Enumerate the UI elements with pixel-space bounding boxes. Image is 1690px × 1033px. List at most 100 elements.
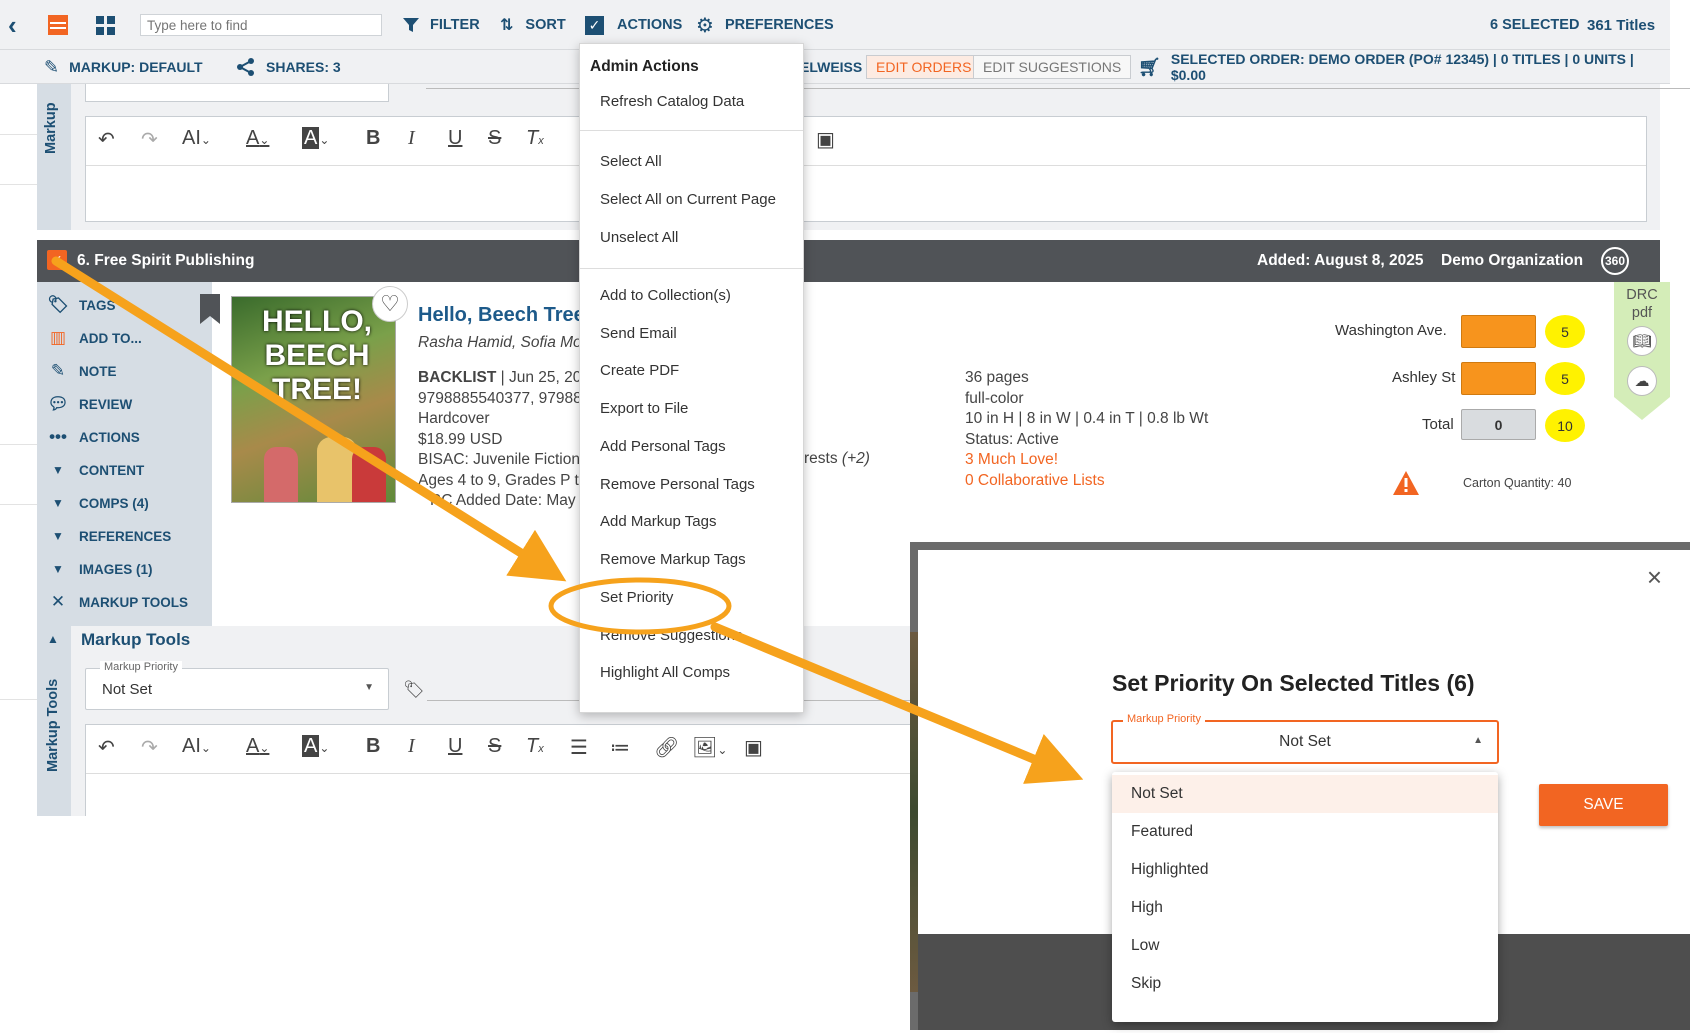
book-authors[interactable]: Rasha Hamid, Sofia Mo — [418, 334, 582, 352]
text-color-icon[interactable]: A⌄ — [246, 127, 269, 150]
side-menu-tags[interactable]: 🏷︎ TAGS — [37, 290, 115, 320]
cloud-download-icon[interactable]: ☁ — [1627, 366, 1657, 396]
underline-icon[interactable]: U — [448, 127, 462, 150]
markup-rich-editor[interactable]: ↶ ↷ AI⌄ A⌄ A ⌄ B I U S Tx ▣ — [85, 116, 1647, 222]
back-chevron-icon[interactable]: ‹ — [8, 0, 17, 50]
font-size-icon[interactable]: AI⌄ — [182, 735, 211, 758]
record-checkbox[interactable]: ✓ — [47, 250, 67, 270]
warning-icon[interactable] — [1392, 470, 1420, 501]
edit-orders-tab[interactable]: EDIT ORDERS — [866, 55, 982, 79]
branch-qty-input[interactable] — [1461, 362, 1536, 395]
branch-qty-input[interactable] — [1461, 315, 1536, 348]
selected-count: 6 SELECTED — [1490, 17, 1580, 33]
much-love-link[interactable]: 3 Much Love! — [965, 450, 1208, 471]
undo-icon[interactable]: ↶ — [98, 127, 115, 152]
priority-option[interactable]: Low — [1112, 927, 1498, 965]
redo-icon[interactable]: ↷ — [141, 735, 158, 760]
highlight-color-icon[interactable]: A ⌄ — [302, 735, 329, 758]
menu-item-remove-personal-tags[interactable]: Remove Personal Tags — [600, 476, 755, 493]
interests-more[interactable]: (+2) — [842, 450, 870, 467]
caret-up-icon[interactable]: ▲ — [47, 632, 59, 646]
book-cover-image[interactable]: HELLO, BEECH TREE! — [231, 296, 396, 503]
modal-priority-select[interactable]: Markup Priority Not Set ▲ — [1111, 713, 1499, 764]
menu-item-create-pdf[interactable]: Create PDF — [600, 362, 679, 379]
side-menu-note[interactable]: ✎ NOTE — [37, 356, 117, 386]
owner-fragment: ELWEISS — [800, 59, 863, 75]
priority-option[interactable]: Not Set — [1112, 775, 1498, 813]
image-icon[interactable]: 🖼︎⌄ — [692, 735, 727, 760]
undo-icon[interactable]: ↶ — [98, 735, 115, 760]
italic-icon[interactable]: I — [408, 127, 415, 150]
book-dims: 10 in H | 8 in W | 0.4 in T | 0.8 lb Wt — [965, 410, 1209, 427]
side-menu-images[interactable]: ▼ IMAGES (1) — [37, 554, 152, 584]
menu-item-remove-markup-tags[interactable]: Remove Markup Tags — [600, 551, 746, 568]
edit-suggestions-tab[interactable]: EDIT SUGGESTIONS — [973, 55, 1132, 79]
menu-item-select-all[interactable]: Select All — [600, 153, 662, 170]
filter-button[interactable]: FILTER — [402, 0, 480, 50]
list-view-icon[interactable] — [48, 0, 68, 50]
save-button[interactable]: SAVE — [1539, 784, 1668, 826]
sort-button[interactable]: ⇅ SORT — [500, 0, 566, 50]
clear-format-icon[interactable]: Tx — [526, 735, 544, 758]
media-icon[interactable]: ▣ — [816, 127, 835, 152]
priority-select[interactable]: Markup Priority Not Set ▼ — [85, 661, 389, 710]
side-menu-comps[interactable]: ▼ COMPS (4) — [37, 488, 149, 518]
clear-format-icon[interactable]: Tx — [526, 127, 544, 150]
highlight-color-icon[interactable]: A ⌄ — [302, 127, 329, 150]
font-size-icon[interactable]: AI⌄ — [182, 127, 211, 150]
tools-icon: ✕ — [50, 592, 66, 611]
text-color-icon[interactable]: A⌄ — [246, 735, 269, 758]
menu-item-refresh-catalog[interactable]: Refresh Catalog Data — [600, 93, 744, 110]
pencil-icon: ✎ — [50, 361, 66, 380]
priority-option[interactable]: Featured — [1112, 813, 1498, 851]
menu-item-select-all-page[interactable]: Select All on Current Page — [600, 191, 776, 208]
menu-item-add-markup-tags[interactable]: Add Markup Tags — [600, 513, 716, 530]
bold-icon[interactable]: B — [366, 127, 380, 150]
media-icon[interactable]: ▣ — [744, 735, 763, 760]
side-menu-add-to[interactable]: ▥ ADD TO... — [37, 323, 142, 353]
menu-item-send-email[interactable]: Send Email — [600, 325, 677, 342]
italic-icon[interactable]: I — [408, 735, 415, 758]
shares-button[interactable]: SHARES: 3 — [236, 50, 341, 84]
menu-item-add-personal-tags[interactable]: Add Personal Tags — [600, 438, 726, 455]
book-open-icon[interactable]: 📖︎ — [1627, 326, 1657, 356]
priority-option[interactable]: Highlighted — [1112, 851, 1498, 889]
menu-item-set-priority[interactable]: Set Priority — [600, 589, 673, 606]
strikethrough-icon[interactable]: S — [488, 735, 501, 758]
collab-lists-link[interactable]: 0 Collaborative Lists — [965, 471, 1208, 492]
side-menu-references[interactable]: ▼ REFERENCES — [37, 521, 171, 551]
branch-badge: 5 — [1545, 362, 1585, 395]
menu-item-add-to-collection[interactable]: Add to Collection(s) — [600, 287, 731, 304]
strikethrough-icon[interactable]: S — [488, 127, 501, 150]
side-menu-actions[interactable]: ••• ACTIONS — [37, 422, 140, 452]
markup-panel: ↶ ↷ AI⌄ A⌄ A ⌄ B I U S Tx ▣ — [71, 84, 1690, 230]
underline-icon[interactable]: U — [448, 735, 462, 758]
priority-option[interactable]: High — [1112, 889, 1498, 927]
badge-360-icon[interactable]: 360 — [1601, 247, 1629, 275]
grid-view-icon[interactable] — [96, 0, 115, 50]
menu-item-export-file[interactable]: Export to File — [600, 400, 688, 417]
search-input[interactable] — [140, 14, 382, 36]
side-menu-markup-tools[interactable]: ✕ MARKUP TOOLS — [37, 587, 188, 617]
link-icon[interactable]: 🔗︎ — [654, 735, 679, 760]
numbered-list-icon[interactable]: ≔ — [610, 735, 630, 760]
close-icon[interactable]: × — [1647, 562, 1662, 593]
bookmark-icon[interactable] — [198, 294, 222, 329]
markup-tools-side-tab[interactable]: ▲ Markup Tools — [37, 626, 71, 816]
bullet-list-icon[interactable]: ☰ — [570, 735, 588, 760]
bold-icon[interactable]: B — [366, 735, 380, 758]
caret-down-icon: ▼ — [52, 496, 64, 510]
heart-icon[interactable]: ♡ — [372, 286, 408, 322]
side-menu-review[interactable]: 💬︎ REVIEW — [37, 389, 132, 419]
markup-side-tab[interactable]: Markup — [37, 84, 71, 230]
priority-option[interactable]: Skip — [1112, 965, 1498, 1003]
menu-item-highlight-comps[interactable]: Highlight All Comps — [600, 664, 730, 681]
markup-selector[interactable]: ✎ MARKUP: DEFAULT — [44, 50, 203, 84]
menu-item-remove-suggestions[interactable]: Remove Suggestions — [600, 627, 743, 644]
markup-tools-rich-editor[interactable]: ↶ ↷ AI⌄ A⌄ A ⌄ B I U S Tx ☰ ≔ 🔗︎ 🖼︎⌄ ▣ — [85, 724, 911, 816]
selected-order[interactable]: 🛒︎ SELECTED ORDER: DEMO ORDER (PO# 12345… — [1138, 50, 1670, 84]
side-menu-content[interactable]: ▼ CONTENT — [37, 455, 144, 485]
menu-item-unselect-all[interactable]: Unselect All — [600, 229, 678, 246]
book-title[interactable]: Hello, Beech Tree — [418, 304, 585, 327]
redo-icon[interactable]: ↷ — [141, 127, 158, 152]
